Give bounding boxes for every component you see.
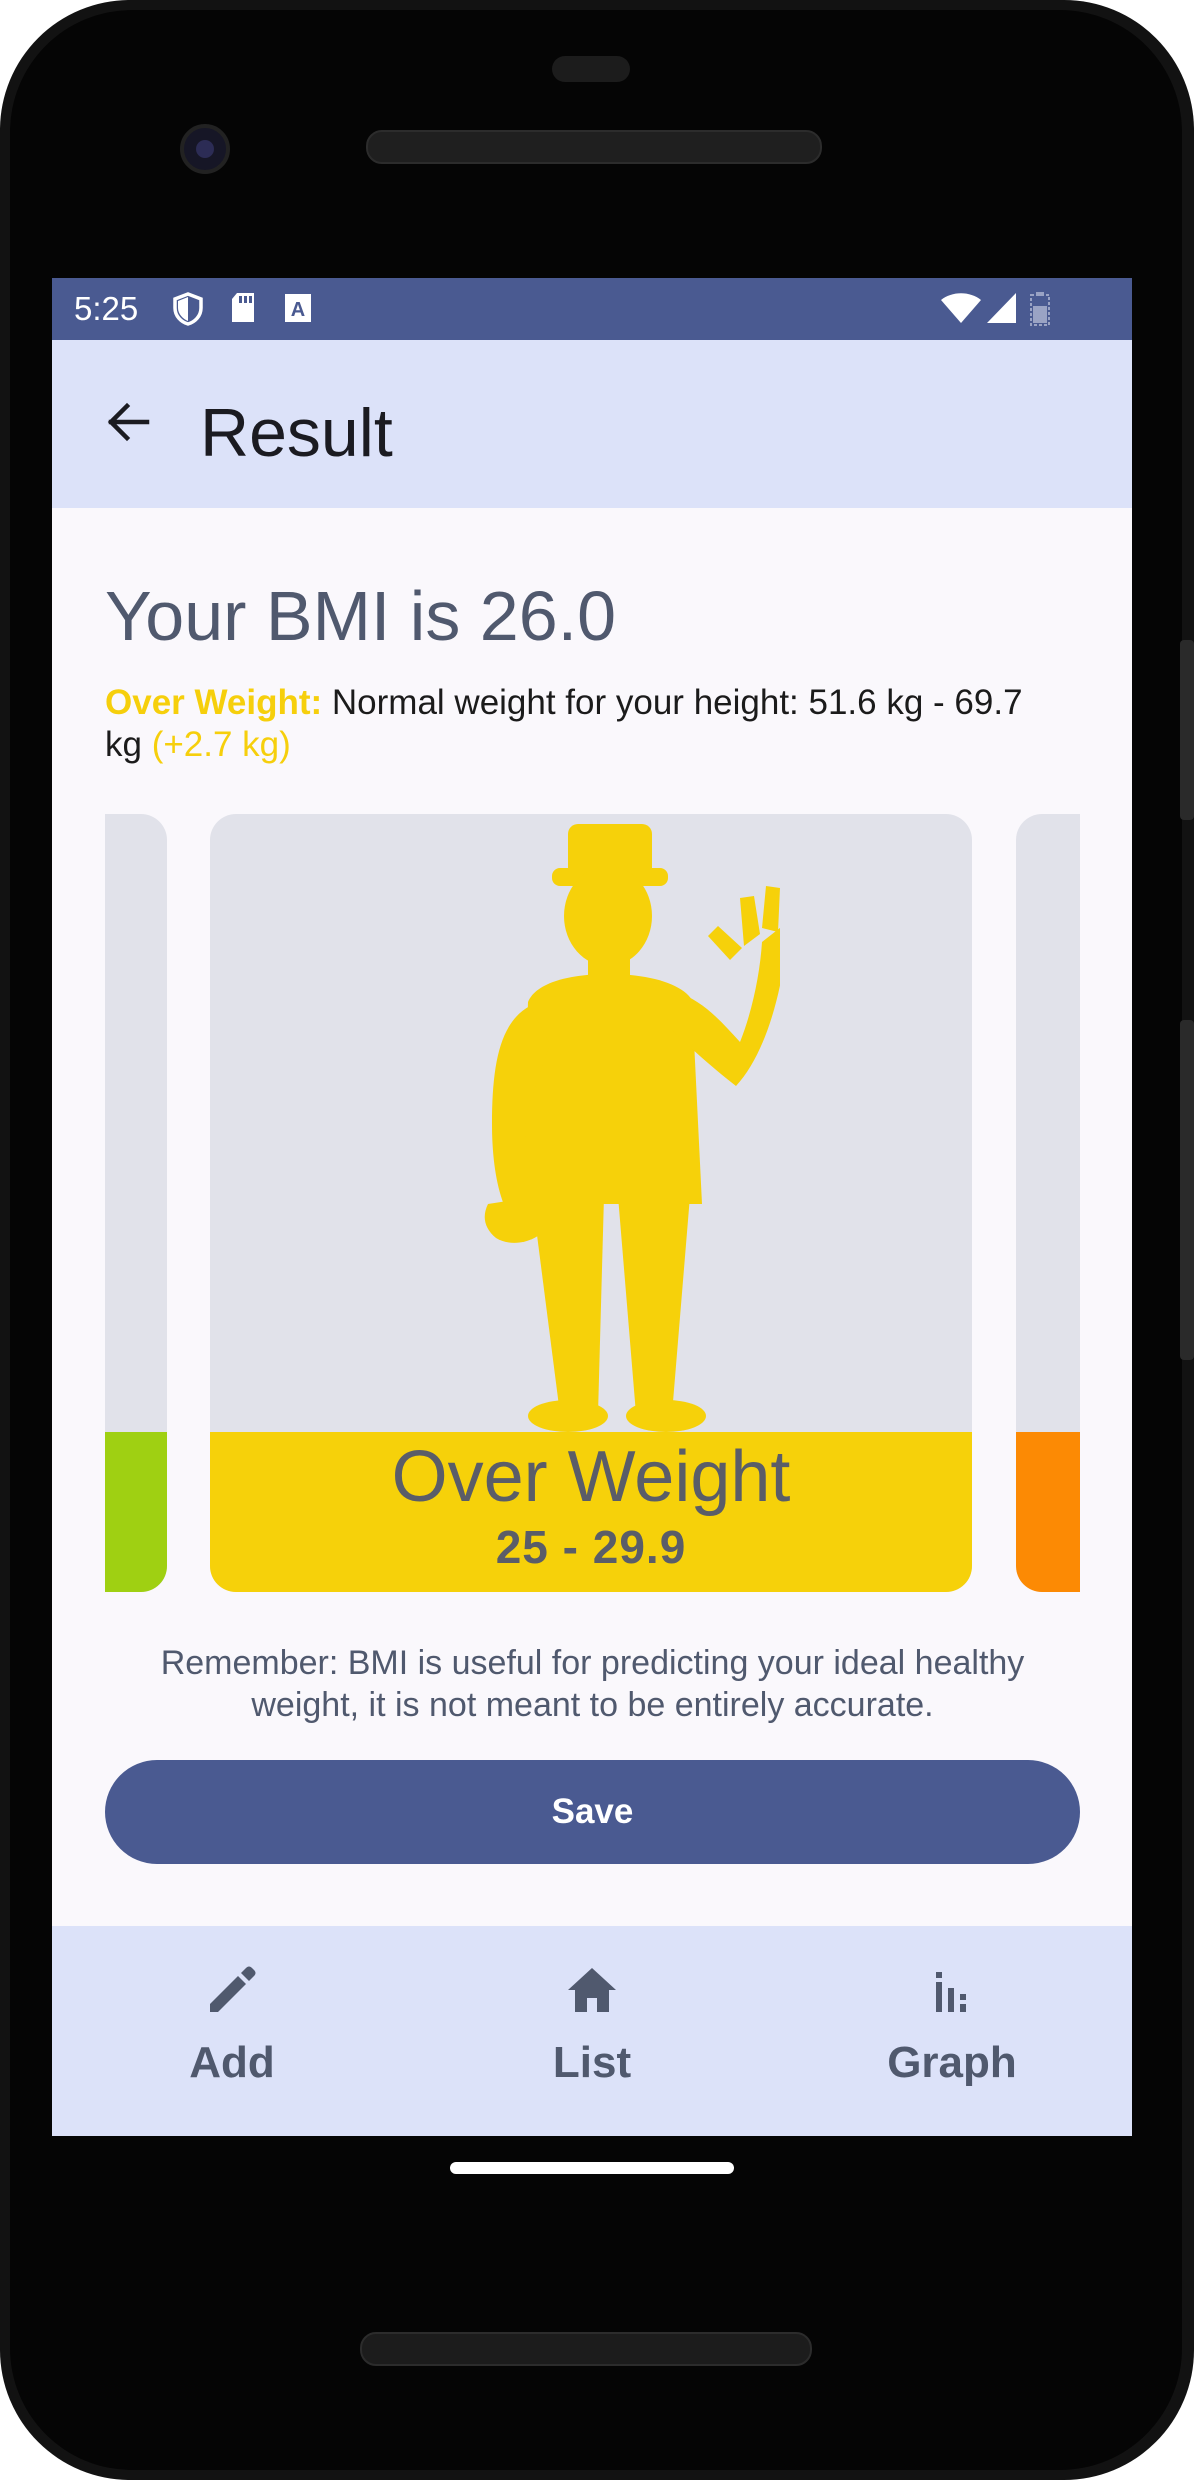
nav-item-graph[interactable]: Graph (772, 1926, 1132, 2136)
bottom-navigation: Add List Graph (52, 1926, 1132, 2136)
carousel-card-current[interactable]: Over Weight 25 - 29.9 (210, 814, 972, 1592)
shield-icon (173, 292, 203, 326)
nav-label-list: List (552, 2038, 632, 2087)
bar-chart-icon (936, 1972, 966, 2012)
category-prefix: Over Weight: (105, 683, 323, 722)
carousel-card-previous[interactable] (105, 814, 167, 1592)
nav-item-list[interactable]: List (412, 1926, 772, 2136)
home-icon (568, 1968, 616, 2012)
phone-device: 5:25 A Result Your BMI is 26.0 Over Weig… (0, 0, 1194, 2480)
bmi-result-title: Your BMI is 26.0 (105, 577, 617, 655)
reminder-text: Remember: BMI is useful for predicting y… (160, 1644, 1025, 1724)
wifi-icon (941, 293, 981, 323)
top-app-bar: Result (52, 340, 1132, 508)
screen: 5:25 A Result Your BMI is 26.0 Over Weig… (52, 278, 1132, 2136)
arrow-back-icon (107, 402, 150, 442)
proximity-sensor (552, 56, 630, 82)
earpiece-speaker (366, 130, 822, 164)
save-button[interactable]: Save (105, 1760, 1080, 1864)
gesture-home-bar[interactable] (450, 2162, 734, 2174)
nav-label-graph: Graph (887, 2038, 1017, 2087)
bottom-speaker (360, 2332, 812, 2366)
weight-description: Over Weight: Normal weight for your heig… (105, 682, 1045, 766)
carousel-card-next[interactable] (1016, 814, 1080, 1592)
category-color-band (1016, 1432, 1080, 1592)
back-button[interactable] (92, 386, 164, 458)
category-color-band (105, 1432, 167, 1592)
page-title: Result (200, 395, 393, 471)
category-range: 25 - 29.9 (495, 1521, 687, 1573)
weight-difference: (+2.7 kg) (151, 725, 291, 764)
status-time: 5:25 (74, 290, 139, 327)
nav-label-add: Add (189, 2038, 275, 2087)
pencil-icon (210, 1966, 256, 2012)
front-camera (180, 124, 230, 174)
sd-card-icon (232, 293, 254, 322)
category-name: Over Weight (391, 1437, 791, 1517)
signal-icon (987, 293, 1016, 323)
power-button (1180, 640, 1194, 820)
waving-person-silhouette-icon (484, 824, 780, 1432)
svg-text:A: A (291, 299, 305, 321)
status-bar: 5:25 A (52, 278, 1132, 340)
battery-icon (1030, 292, 1050, 326)
volume-button (1180, 1020, 1194, 1360)
text-a-icon: A (285, 294, 311, 322)
nav-item-add[interactable]: Add (52, 1926, 412, 2136)
